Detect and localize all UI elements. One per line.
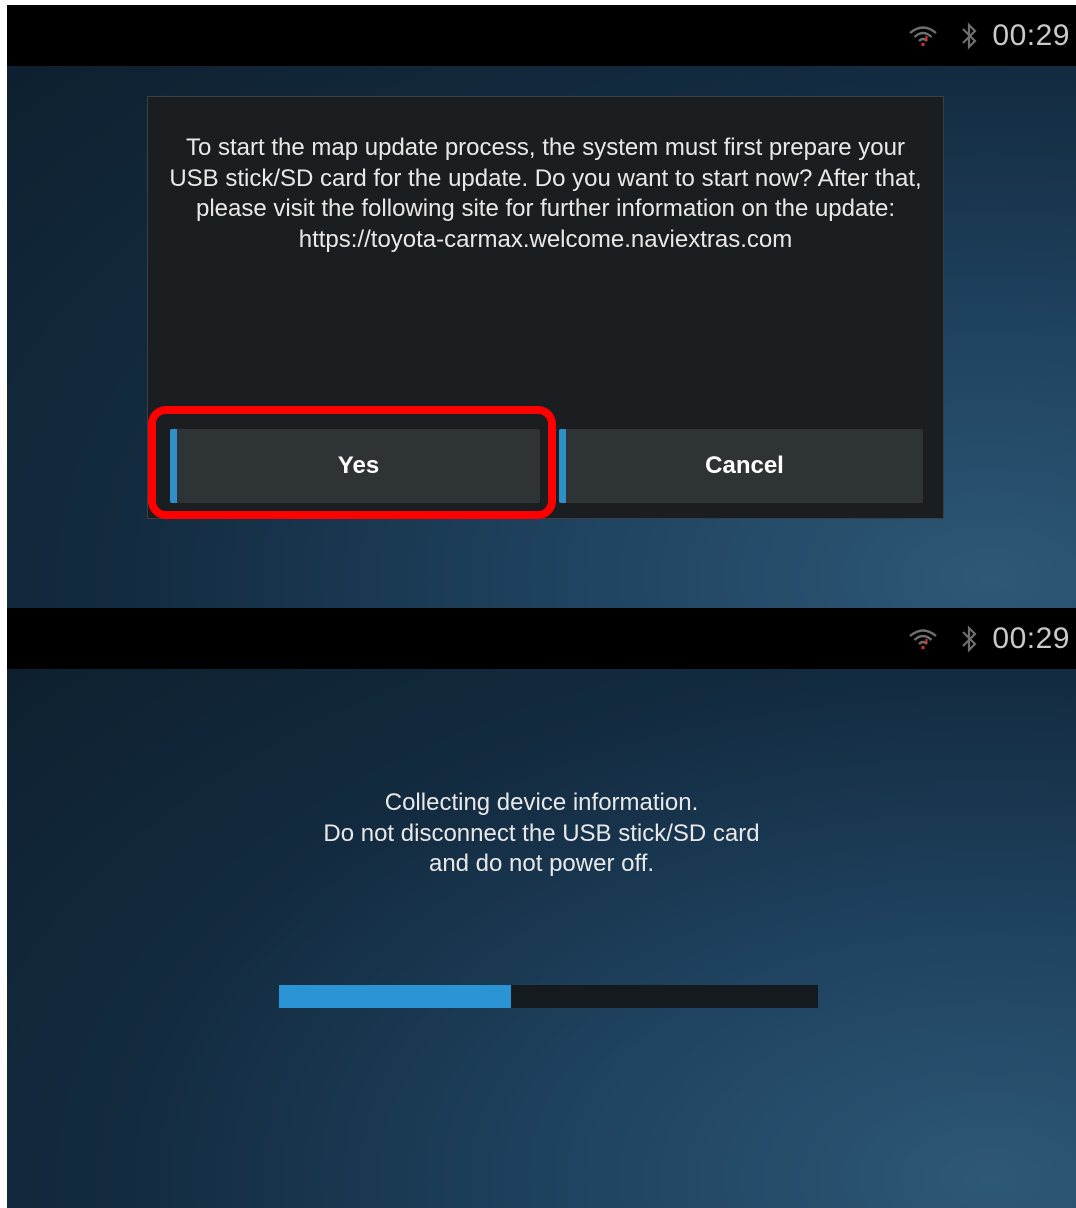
- yes-button[interactable]: Yes: [170, 429, 540, 503]
- status-bar: 00:29: [7, 5, 1076, 66]
- progress-message-line: Collecting device information.: [384, 789, 699, 816]
- status-time: 00:29: [992, 18, 1070, 52]
- update-confirm-screen: 00:29 To start the map update process, t…: [7, 5, 1076, 608]
- progress-bar-fill: [279, 985, 511, 1008]
- bluetooth-icon: [962, 21, 977, 50]
- collecting-info-screen: 00:29 Collecting device information. Do …: [7, 608, 1076, 1208]
- progress-message-line: Do not disconnect the USB stick/SD card: [323, 819, 760, 847]
- wifi-icon: [909, 25, 938, 46]
- progress-message-line: and do not power off.: [428, 850, 655, 877]
- status-bar: 00:29: [7, 608, 1076, 669]
- bluetooth-icon: [962, 624, 977, 653]
- dialog-message: To start the map update process, the sys…: [169, 134, 922, 253]
- progress-message: Collecting device information. Do not di…: [7, 788, 1076, 880]
- status-icons: 00:29: [908, 5, 1070, 66]
- cancel-button[interactable]: Cancel: [559, 429, 923, 503]
- confirm-dialog: To start the map update process, the sys…: [147, 96, 944, 519]
- status-time: 00:29: [992, 621, 1070, 655]
- status-icons: 00:29: [908, 608, 1070, 669]
- progress-bar: [279, 985, 818, 1008]
- wifi-icon: [909, 628, 938, 649]
